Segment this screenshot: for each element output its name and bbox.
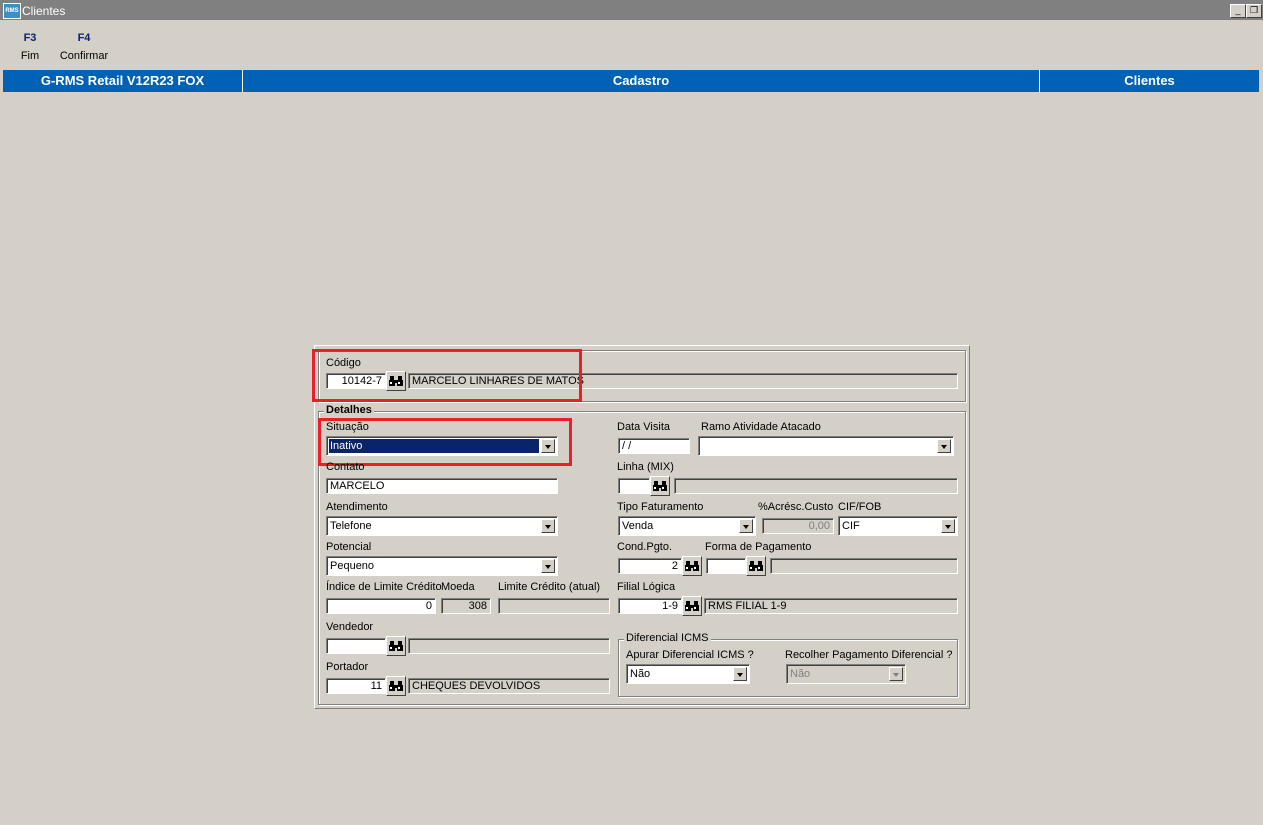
portador-input[interactable]: 11 <box>326 678 386 694</box>
fkey-f4: F4 <box>77 32 91 44</box>
contato-label: Contato <box>326 461 365 473</box>
window-title: Clientes <box>22 4 66 18</box>
filial-logica-search-button[interactable] <box>682 596 702 616</box>
minimize-button[interactable]: _ <box>1230 4 1246 18</box>
apurar-select[interactable]: Não <box>626 664 750 684</box>
cif-fob-label: CIF/FOB <box>838 501 882 513</box>
detalhes-legend: Detalhes <box>324 404 374 416</box>
potencial-label: Potencial <box>326 541 372 553</box>
toolbar-fim-button[interactable]: F3 Fim <box>0 32 60 62</box>
moeda-display: 308 <box>441 598 491 614</box>
fkey-f4-label: Confirmar <box>59 50 109 62</box>
linha-mix-name-display <box>674 478 958 494</box>
chevron-down-icon[interactable] <box>937 439 951 453</box>
chevron-down-icon[interactable] <box>541 559 555 573</box>
forma-pagamento-name-display <box>770 558 958 574</box>
portador-search-button[interactable] <box>386 676 406 696</box>
highlight-codigo <box>312 349 582 402</box>
indice-limite-label: Índice de Limite Crédito <box>326 581 442 593</box>
cif-fob-select[interactable]: CIF <box>838 516 958 536</box>
chevron-down-icon[interactable] <box>733 667 747 681</box>
tipo-faturamento-select[interactable]: Venda <box>618 516 756 536</box>
forma-pagamento-search-button[interactable] <box>746 556 766 576</box>
fkey-f3-label: Fim <box>20 50 40 62</box>
binoculars-icon <box>685 601 699 611</box>
tipo-faturamento-value: Venda <box>622 520 654 532</box>
limite-atual-display <box>498 598 610 614</box>
filial-logica-label: Filial Lógica <box>617 581 676 593</box>
recolher-select: Não <box>786 664 906 684</box>
linha-mix-label: Linha (MIX) <box>617 461 674 473</box>
header-band: G-RMS Retail V12R23 FOX Cadastro Cliente… <box>3 70 1259 92</box>
filial-logica-name-display: RMS FILIAL 1-9 <box>704 598 958 614</box>
chevron-down-icon[interactable] <box>941 519 955 533</box>
apurar-value: Não <box>630 668 651 680</box>
binoculars-icon <box>653 481 667 491</box>
ramo-atividade-select[interactable] <box>698 436 954 456</box>
header-app-version: G-RMS Retail V12R23 FOX <box>3 70 243 92</box>
limite-atual-label: Limite Crédito (atual) <box>498 581 601 593</box>
binoculars-icon <box>389 681 403 691</box>
forma-pagamento-label: Forma de Pagamento <box>705 541 812 553</box>
chevron-down-icon <box>889 667 903 681</box>
header-screen: Clientes <box>1124 73 1175 88</box>
restore-button[interactable]: ❐ <box>1246 4 1262 18</box>
linha-mix-search-button[interactable] <box>650 476 670 496</box>
apurar-label: Apurar Diferencial ICMS ? <box>626 649 754 661</box>
highlight-situacao <box>318 418 572 466</box>
filial-logica-input[interactable]: 1-9 <box>618 598 682 614</box>
binoculars-icon <box>389 641 403 651</box>
portador-name-display: CHEQUES DEVOLVIDOS <box>408 678 610 694</box>
linha-mix-input[interactable] <box>618 478 650 494</box>
acresc-custo-input: 0,00 <box>762 518 834 534</box>
binoculars-icon <box>749 561 763 571</box>
tipo-faturamento-label: Tipo Faturamento <box>617 501 704 513</box>
portador-label: Portador <box>326 661 369 673</box>
cond-pgto-label: Cond.Pgto. <box>617 541 673 553</box>
data-visita-input[interactable]: / / <box>618 438 690 454</box>
atendimento-value: Telefone <box>330 520 372 532</box>
cond-pgto-search-button[interactable] <box>682 556 702 576</box>
binoculars-icon <box>685 561 699 571</box>
fkey-f3: F3 <box>23 32 37 44</box>
cond-pgto-input[interactable]: 2 <box>618 558 682 574</box>
vendedor-search-button[interactable] <box>386 636 406 656</box>
chevron-down-icon[interactable] <box>739 519 753 533</box>
vendedor-input[interactable] <box>326 638 386 654</box>
acresc-custo-label: %Acrésc.Custo <box>758 501 834 513</box>
chevron-down-icon[interactable] <box>541 519 555 533</box>
vendedor-name-display <box>408 638 610 654</box>
recolher-value: Não <box>790 668 811 680</box>
forma-pagamento-input[interactable] <box>706 558 746 574</box>
window-title-bar: RMS Clientes _ ❐ <box>0 0 1263 20</box>
potencial-value: Pequeno <box>330 560 375 572</box>
indice-limite-input[interactable]: 0 <box>326 598 436 614</box>
data-visita-label: Data Visita <box>617 421 670 433</box>
header-module: Cadastro <box>243 70 1040 92</box>
contato-input[interactable]: MARCELO <box>326 478 558 494</box>
recolher-label: Recolher Pagamento Diferencial ? <box>785 649 953 661</box>
atendimento-select[interactable]: Telefone <box>326 516 558 536</box>
moeda-label: Moeda <box>441 581 475 593</box>
cif-fob-value: CIF <box>842 520 860 532</box>
diferencial-icms-legend: Diferencial ICMS <box>624 632 711 644</box>
atendimento-label: Atendimento <box>326 501 388 513</box>
potencial-select[interactable]: Pequeno <box>326 556 558 576</box>
ramo-atividade-label: Ramo Atividade Atacado <box>701 421 821 433</box>
app-icon: RMS <box>3 3 21 19</box>
toolbar-confirmar-button[interactable]: F4 Confirmar <box>54 32 114 62</box>
vendedor-label: Vendedor <box>326 621 374 633</box>
